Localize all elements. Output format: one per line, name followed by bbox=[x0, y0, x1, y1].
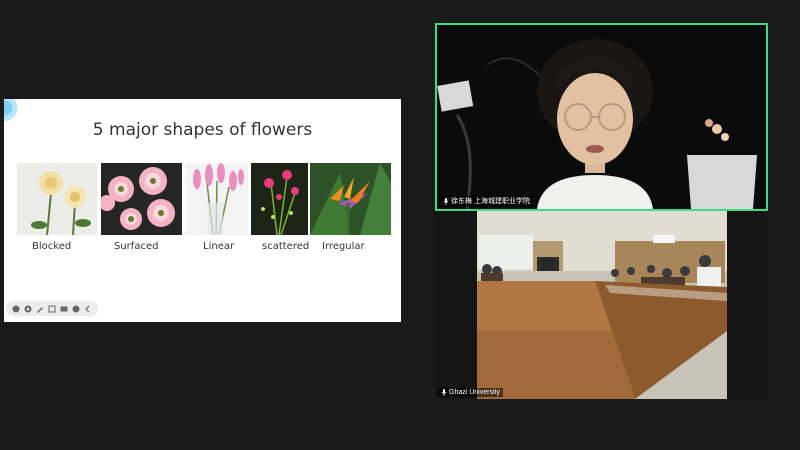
mic-icon bbox=[441, 389, 447, 396]
shared-slide: 5 major shapes of flowers Blocked Surfac… bbox=[4, 99, 401, 322]
slide-toolbar bbox=[6, 301, 98, 316]
screen-icon[interactable] bbox=[60, 305, 68, 313]
collapse-icon[interactable] bbox=[84, 305, 92, 313]
video-tile-room[interactable]: Ghazi University bbox=[435, 211, 768, 399]
slide-title: 5 major shapes of flowers bbox=[92, 120, 313, 140]
flower-image-irregular bbox=[310, 163, 391, 235]
flower-image-blocked bbox=[17, 163, 97, 235]
room-video-feed bbox=[435, 211, 768, 399]
speaker-video-feed bbox=[437, 25, 766, 209]
mic-icon bbox=[443, 197, 449, 205]
flower-image-scattered bbox=[251, 163, 308, 235]
participant-name-tag: Ghazi University bbox=[438, 388, 503, 397]
participant-name: Ghazi University bbox=[449, 389, 500, 396]
flower-label-irregular: Irregular bbox=[322, 241, 365, 252]
pointer-icon[interactable] bbox=[12, 305, 20, 313]
participant-name-tag: 徐东梅 上海城建职业学院 bbox=[440, 195, 533, 207]
flower-label-linear: Linear bbox=[203, 241, 235, 252]
flower-label-scattered: scattered bbox=[262, 241, 310, 252]
pen-icon[interactable] bbox=[36, 305, 44, 313]
play-icon[interactable] bbox=[24, 305, 32, 313]
flower-image-surfaced bbox=[101, 163, 182, 235]
flower-image-linear bbox=[185, 163, 248, 235]
participant-name: 徐东梅 上海城建职业学院 bbox=[451, 198, 530, 205]
video-tile-speaker[interactable]: 徐东梅 上海城建职业学院 bbox=[435, 23, 768, 211]
flower-label-blocked: Blocked bbox=[32, 241, 72, 252]
more-icon[interactable] bbox=[72, 305, 80, 313]
flower-label-surfaced: Surfaced bbox=[114, 241, 159, 252]
grid-icon[interactable] bbox=[48, 305, 56, 313]
